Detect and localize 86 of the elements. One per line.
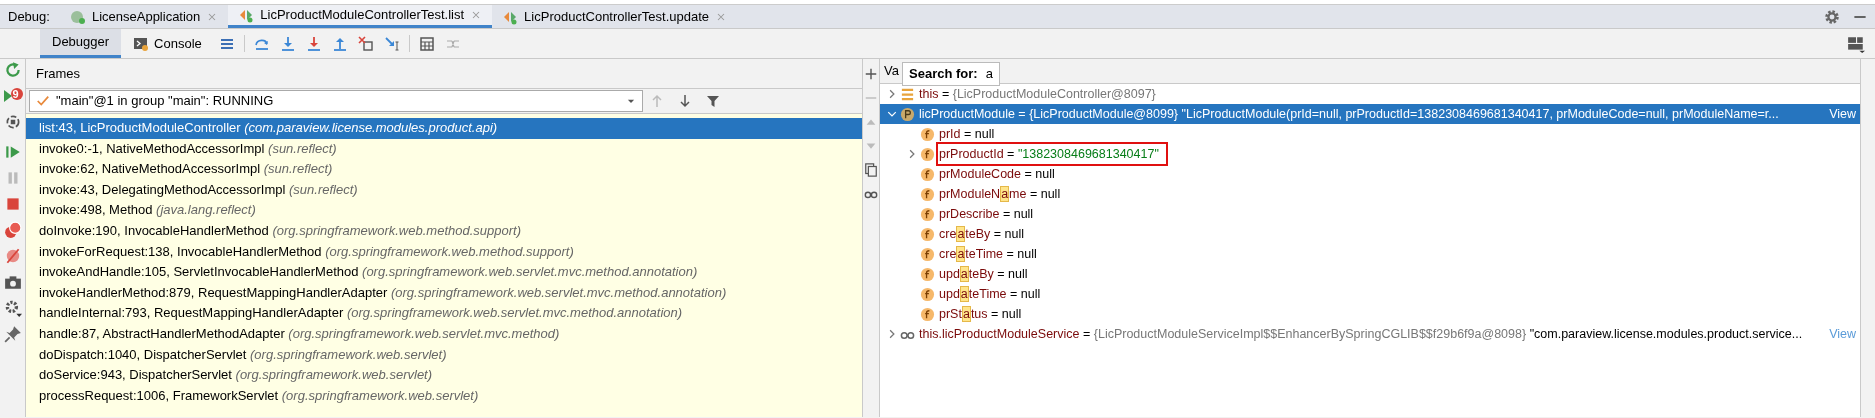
breakpoints-icon[interactable]: [3, 221, 22, 239]
f-badge-icon: [920, 246, 935, 262]
variable-text: updateTime = null: [939, 284, 1041, 304]
f-badge-icon: [920, 206, 935, 222]
pin-icon[interactable]: [3, 325, 22, 343]
variable-text: prDescribe = null: [939, 205, 1034, 223]
variable-text: licProductModule = {LicProductModule@8099} "LicProductModule(prId=null, prProductId=1382308469681340417, prModuleCode=null, prModuleName=r...: [919, 105, 1779, 123]
stack-frame[interactable]: doDispatch:1040, DispatcherServlet (org.springframework.web.servlet): [26, 344, 862, 366]
filter-icon[interactable]: [705, 93, 721, 109]
stack-frame[interactable]: handle:87, AbstractHandlerMethodAdapter (org.springframework.web.servlet.mvc.method): [26, 323, 862, 345]
variable-row[interactable]: prStatus = null: [880, 304, 1860, 324]
variable-row[interactable]: createTime = null: [880, 244, 1860, 264]
resume-icon[interactable]: [3, 143, 22, 161]
search-popup[interactable]: Search for: a: [902, 62, 1000, 86]
badge-count: 9: [12, 87, 19, 102]
run-tab[interactable]: LicProductControllerTest.update: [492, 5, 738, 28]
stack-frame[interactable]: invoke:498, Method (java.lang.reflect): [26, 200, 862, 221]
thread-dropdown[interactable]: "main"@1 in group "main": RUNNING: [29, 90, 643, 112]
app-icon: [69, 8, 86, 25]
check-icon: [36, 94, 50, 108]
stack-frame[interactable]: invoke:43, DelegatingMethodAccessorImpl (sun.reflect): [26, 179, 862, 201]
tool-tab[interactable]: Debugger: [40, 29, 122, 58]
f-badge-icon: [920, 226, 935, 242]
panel-title: Frames: [36, 64, 81, 83]
test-icon: [238, 7, 255, 23]
copy-icon[interactable]: [864, 163, 878, 177]
boxed-variable-text: prProductId = "1382308469681340417": [939, 144, 1165, 164]
rerun-icon[interactable]: [3, 61, 22, 79]
variable-text: prStatus = null: [939, 304, 1022, 324]
panel-title: Va: [883, 62, 899, 81]
drop-frame-icon[interactable]: [357, 35, 374, 52]
variable-row[interactable]: prId = null: [880, 124, 1860, 144]
variable-row[interactable]: this = {LicProductModuleController@8097}: [880, 84, 1860, 104]
variable-text: updateBy = null: [939, 264, 1028, 284]
stack-frame[interactable]: handleInternal:793, RequestMappingHandlerAdapter (org.springframework.web.servlet.mvc.method.annotation): [26, 303, 862, 324]
f-badge-icon: [920, 146, 935, 162]
variable-row[interactable]: prDescribe = null: [880, 204, 1860, 224]
down-arrow-icon[interactable]: [677, 93, 693, 109]
variable-text: createTime = null: [939, 244, 1037, 264]
stack-icon: [900, 86, 915, 102]
layout-icon[interactable]: [1847, 34, 1865, 53]
stack-frame[interactable]: invoke0:-1, NativeMethodAccessorImpl (sun.reflect): [26, 138, 862, 160]
variable-row[interactable]: this.licProductModuleService = {LicProductModuleServiceImpl$$EnhancerBySpringCGLIB$$f29b6f9a@8098} "com.paraview.license.modules.product.service... View: [880, 324, 1860, 344]
f-badge-icon: [920, 266, 935, 282]
step-out-icon[interactable]: [331, 35, 348, 52]
variable-row[interactable]: prProductId = "1382308469681340417": [880, 144, 1860, 164]
variable-row[interactable]: licProductModule = {LicProductModule@8099} "LicProductModule(prId=null, prProductId=1382308469681340417, prModuleCode=null, prModuleName=r... View: [880, 104, 1860, 124]
f-badge-icon: [920, 306, 935, 322]
variable-text: prModuleCode = null: [939, 165, 1055, 183]
variable-row[interactable]: updateBy = null: [880, 264, 1860, 284]
variable-text: this.licProductModuleService = {LicProductModuleServiceImpl$$EnhancerBySpringCGLIB$$f29b6f9a@8098} "com.paraview.license.modules.product.service...: [919, 325, 1803, 343]
run-tab[interactable]: LicenseApplication: [59, 5, 229, 28]
panel-label: Debug:: [7, 7, 51, 26]
run-tab[interactable]: LicProductModuleControllerTest.list: [228, 5, 493, 28]
settings-icon[interactable]: [1823, 7, 1841, 26]
force-step-into-icon[interactable]: [305, 35, 322, 52]
stack-frame[interactable]: invokeHandlerMethod:879, RequestMappingHandlerAdapter (org.springframework.web.servlet.mvc.method.annotation): [26, 282, 862, 304]
variable-row[interactable]: createBy = null: [880, 224, 1860, 244]
settings-icon[interactable]: [3, 299, 22, 317]
f-badge-icon: [920, 166, 935, 182]
p-badge-icon: [900, 106, 915, 122]
f-badge-icon: [920, 286, 935, 302]
stack-frame[interactable]: invokeAndHandle:105, ServletInvocableHandlerMethod (org.springframework.web.servlet.mvc.method.annotation): [26, 262, 862, 283]
variable-text: createBy = null: [939, 224, 1025, 244]
calculator-icon[interactable]: [418, 35, 435, 52]
stack-frame[interactable]: invokeForRequest:138, InvocableHandlerMethod (org.springframework.web.method.support): [26, 241, 862, 263]
variable-text: this = {LicProductModuleController@8097}: [919, 85, 1156, 103]
f-badge-icon: [920, 186, 935, 202]
view-link[interactable]: View: [1829, 104, 1856, 124]
console-icon: [133, 35, 150, 52]
variable-row[interactable]: updateTime = null: [880, 284, 1860, 304]
add-icon[interactable]: [864, 67, 878, 81]
run-to-cursor-icon[interactable]: [383, 35, 400, 52]
variable-text: prId = null: [939, 125, 995, 143]
stack-frame[interactable]: invoke:62, NativeMethodAccessorImpl (sun.reflect): [26, 159, 862, 180]
tool-tab[interactable]: Console: [121, 29, 214, 58]
variable-row[interactable]: prModuleCode = null: [880, 164, 1860, 184]
variable-text: prModuleName = null: [939, 184, 1061, 204]
stack-frame[interactable]: list:43, LicProductModuleController (com.paraview.license.modules.product.api): [26, 118, 862, 139]
f-badge-icon: [920, 126, 935, 142]
stack-frame[interactable]: processRequest:1006, FrameworkServlet (org.springframework.web.servlet): [26, 385, 862, 407]
camera-icon[interactable]: [3, 273, 22, 291]
step-into-icon[interactable]: [279, 35, 296, 52]
stack-frame[interactable]: doService:943, DispatcherServlet (org.springframework.web.servlet): [26, 365, 862, 386]
stack-frame[interactable]: doInvoke:190, InvocableHandlerMethod (org.springframework.web.method.support): [26, 220, 862, 242]
variable-row[interactable]: prModuleName = null: [880, 184, 1860, 204]
